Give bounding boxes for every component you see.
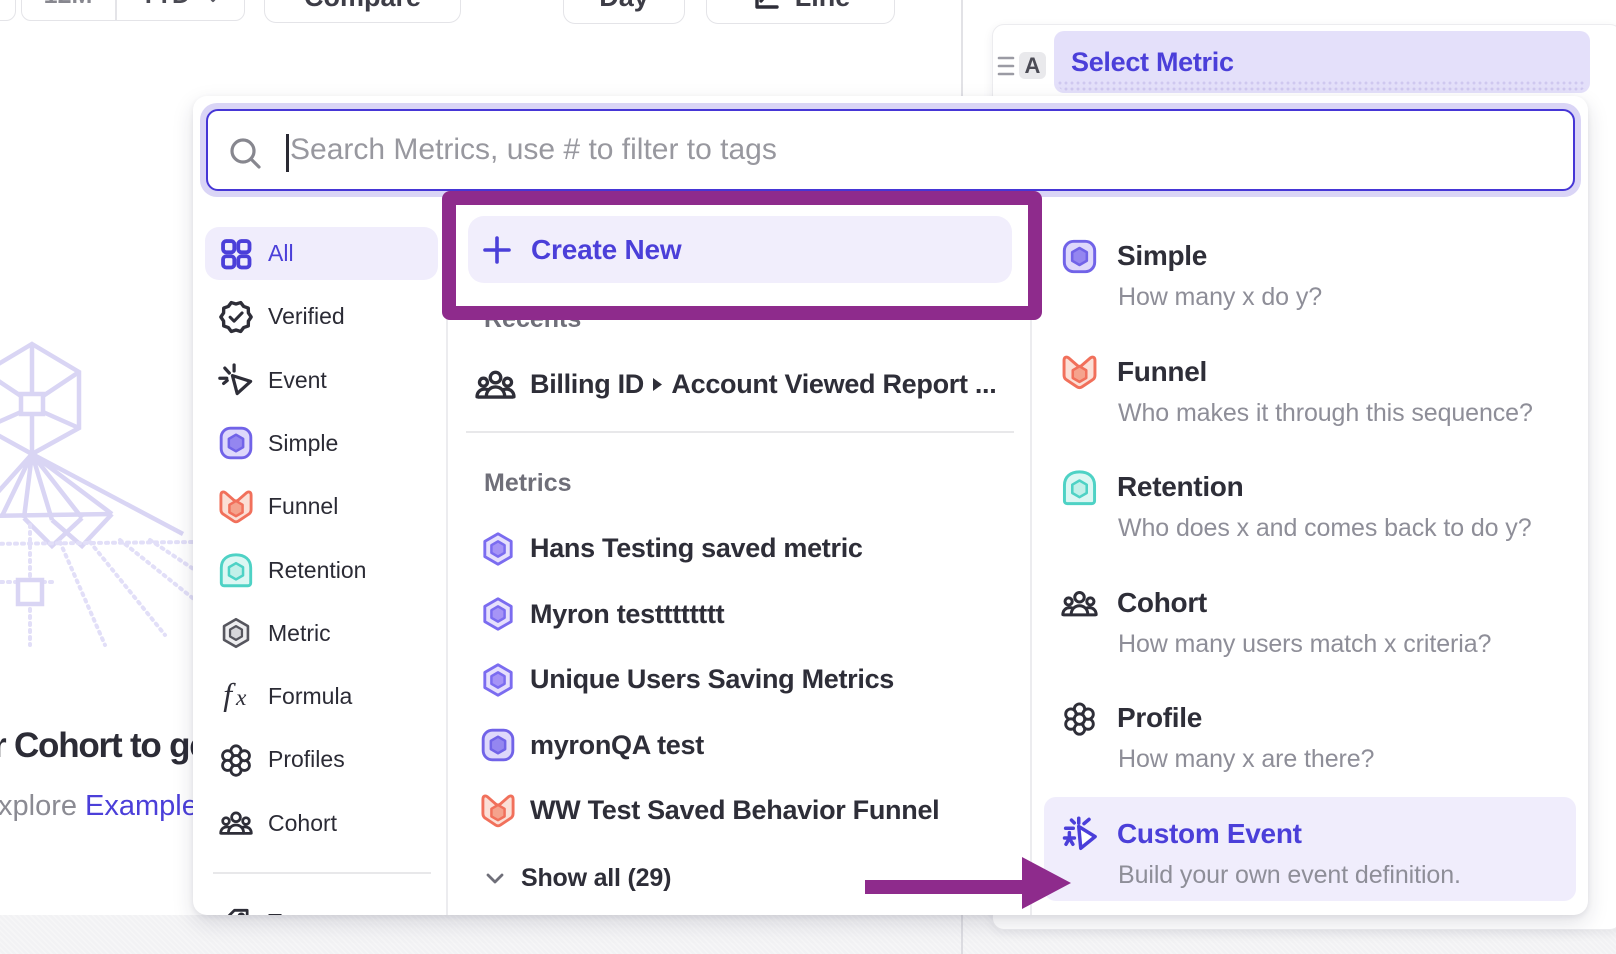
svg-text:f: f xyxy=(223,680,236,712)
svg-text:x: x xyxy=(235,685,247,711)
